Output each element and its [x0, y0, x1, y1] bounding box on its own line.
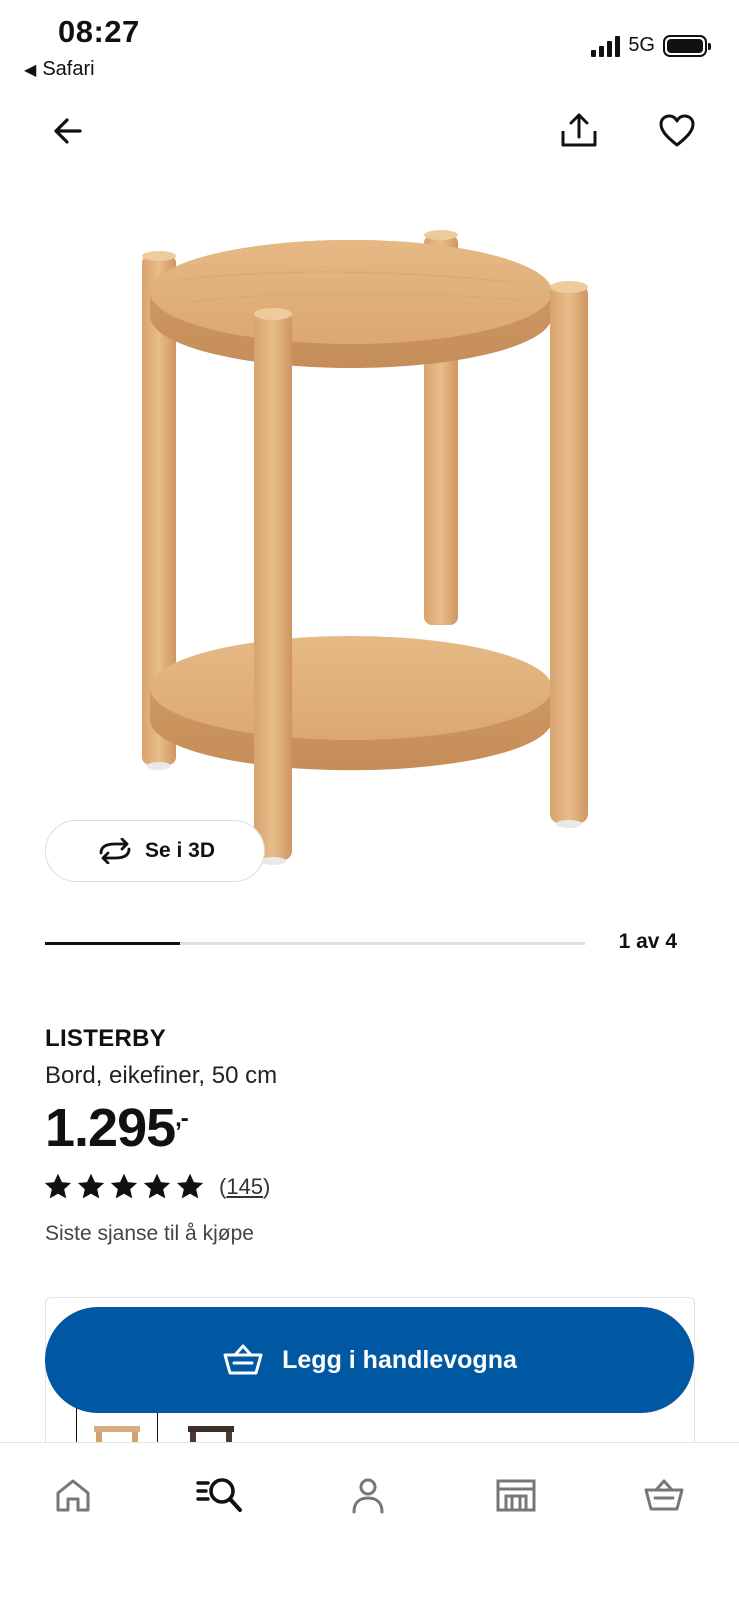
view-3d-button[interactable]: Se i 3D [45, 820, 265, 882]
product-name: LISTERBY [45, 1025, 167, 1052]
star-icon [144, 1174, 170, 1199]
user-icon [352, 1478, 384, 1514]
signal-icon [591, 35, 621, 57]
product-rating[interactable]: (145) [45, 1174, 270, 1200]
search-icon [196, 1478, 242, 1512]
status-time: 08:27 [58, 14, 140, 49]
product-description: Bord, eikefiner, 50 cm [45, 1062, 278, 1089]
bottom-tab-bar [0, 1442, 739, 1600]
price-suffix: ,- [175, 1105, 189, 1132]
gallery-progress-track[interactable] [45, 942, 585, 945]
network-type: 5G [628, 34, 655, 56]
gallery-counter: 1 av 4 [618, 930, 677, 953]
availability-note: Siste sjanse til å kjøpe [45, 1222, 254, 1245]
product-image[interactable] [120, 220, 620, 885]
side-table-illustration [142, 230, 588, 865]
favorite-button[interactable] [654, 108, 700, 154]
rotate-icon [99, 838, 131, 864]
triangle-left-icon: ◀ [24, 61, 37, 79]
system-icons: 5G [591, 34, 711, 57]
back-button[interactable] [45, 108, 91, 154]
battery-icon [663, 34, 711, 57]
status-bar: 08:27 ◀ Safari 5G [0, 0, 739, 90]
price-amount: 1.295 [45, 1098, 176, 1158]
tab-search[interactable] [190, 1467, 250, 1523]
store-icon [496, 1479, 536, 1512]
cart-icon [644, 1479, 684, 1511]
top-nav [0, 100, 739, 160]
share-button[interactable] [556, 108, 602, 154]
gallery-pager: 1 av 4 [45, 918, 695, 968]
add-to-cart-label: Legg i handlevogna [282, 1345, 517, 1374]
tab-home[interactable] [43, 1467, 103, 1523]
tab-store[interactable] [486, 1467, 546, 1523]
arrow-left-icon [54, 118, 82, 144]
product-price: 1.295 ,- [45, 1097, 189, 1159]
rating-stars [45, 1174, 203, 1200]
star-icon [78, 1174, 104, 1199]
home-icon [56, 1479, 90, 1512]
back-to-app[interactable]: ◀ Safari [24, 58, 95, 81]
gallery-progress-fill [45, 942, 180, 945]
back-app-label: Safari [42, 58, 95, 80]
tab-profile[interactable] [338, 1467, 398, 1523]
star-icon [45, 1174, 71, 1199]
basket-icon [223, 1344, 263, 1375]
star-icon [177, 1174, 203, 1199]
view-3d-label: Se i 3D [144, 839, 216, 862]
tab-cart[interactable] [634, 1467, 694, 1523]
share-icon [561, 113, 597, 147]
add-to-cart-button[interactable]: Legg i handlevogna [45, 1307, 694, 1413]
star-icon [111, 1174, 137, 1199]
review-count[interactable]: (145) [219, 1174, 270, 1200]
heart-icon [659, 114, 695, 147]
